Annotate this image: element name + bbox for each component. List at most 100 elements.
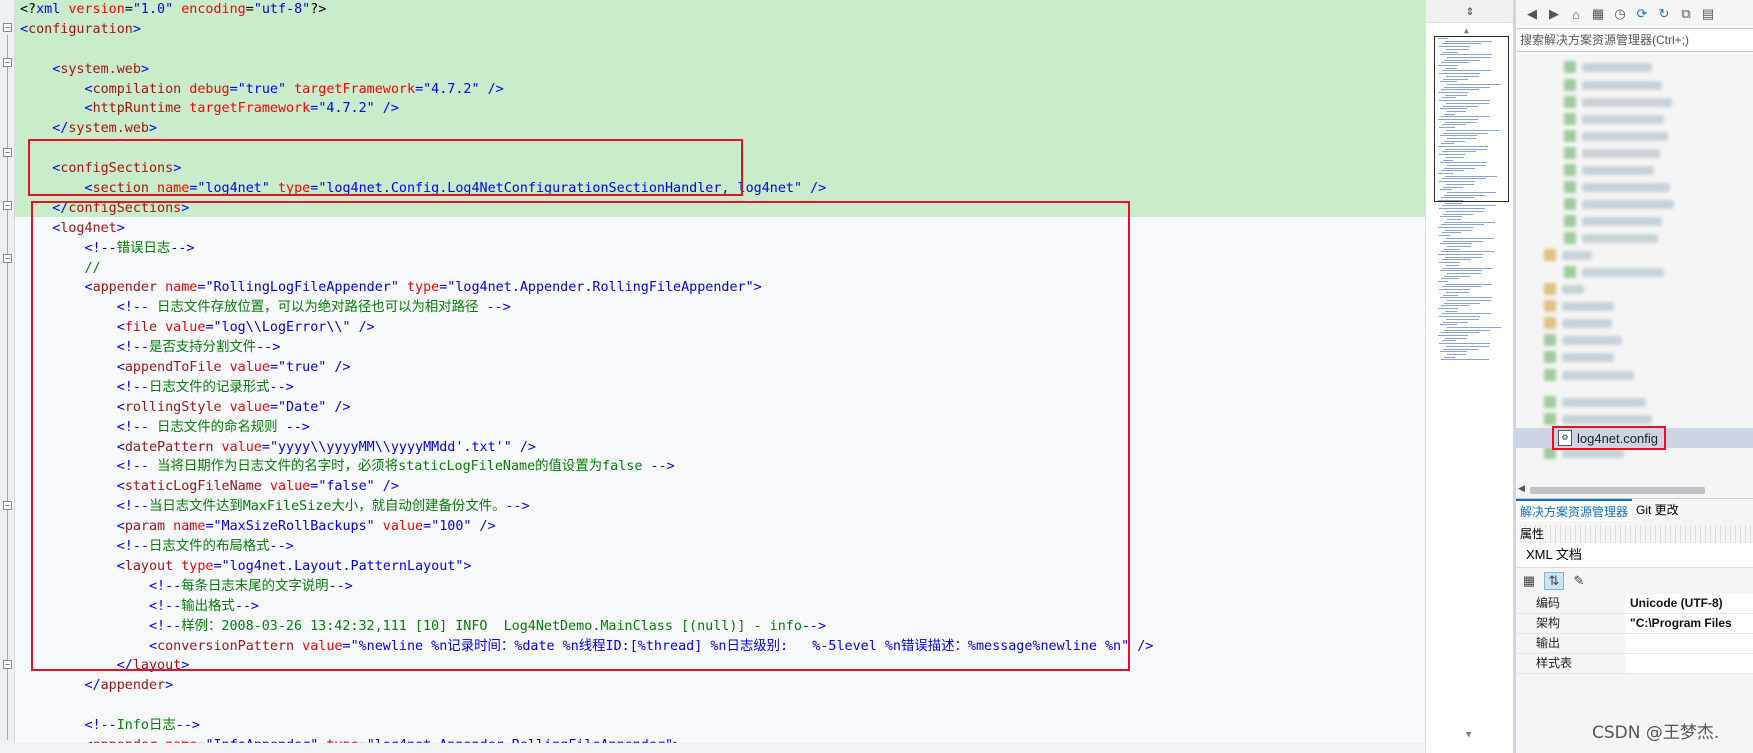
code-line[interactable]: <file value="log\\LogError\\" /> bbox=[20, 318, 1153, 338]
alphabetical-icon[interactable]: ⇅ bbox=[1544, 572, 1564, 590]
code-line[interactable]: <!--错误日志--> bbox=[20, 239, 1153, 259]
tree-item[interactable] bbox=[1544, 297, 1614, 315]
code-line[interactable]: <rollingStyle value="Date" /> bbox=[20, 398, 1153, 418]
code-editor[interactable]: − − − − − − − <?xml version="1.0" encodi… bbox=[0, 0, 1425, 753]
code-line[interactable]: <!-- 日志文件的命名规则 --> bbox=[20, 418, 1153, 438]
property-value[interactable]: Unicode (UTF-8) bbox=[1626, 594, 1753, 613]
code-line[interactable]: </system.web> bbox=[20, 119, 1153, 139]
code-line[interactable] bbox=[20, 40, 1153, 60]
tab-git-changes[interactable]: Git 更改 bbox=[1632, 499, 1683, 521]
minimap[interactable]: ⇕ ▲ ▼ bbox=[1425, 0, 1514, 753]
tree-item[interactable] bbox=[1564, 144, 1660, 162]
minimap-viewport[interactable] bbox=[1434, 36, 1509, 202]
tab-solution-explorer[interactable]: 解决方案资源管理器 bbox=[1516, 499, 1633, 521]
tree-item[interactable] bbox=[1544, 366, 1634, 384]
split-icon[interactable]: ⇕ bbox=[1426, 0, 1514, 23]
home-icon[interactable]: ⌂ bbox=[1568, 7, 1584, 22]
tree-item[interactable] bbox=[1564, 58, 1652, 76]
fold-toggle-icon[interactable]: − bbox=[3, 201, 12, 210]
tree-item[interactable] bbox=[1564, 127, 1668, 145]
property-pages-icon[interactable]: ✎ bbox=[1570, 573, 1588, 589]
tree-item[interactable] bbox=[1564, 263, 1664, 281]
code-line[interactable]: <log4net> bbox=[20, 219, 1153, 239]
code-line[interactable]: <param name="MaxSizeRollBackups" value="… bbox=[20, 517, 1153, 537]
scroll-left-icon[interactable]: ◀ bbox=[1518, 483, 1525, 494]
tree-item[interactable] bbox=[1564, 212, 1662, 230]
code-line[interactable]: // bbox=[20, 259, 1153, 279]
property-row[interactable]: 编码 Unicode (UTF-8) bbox=[1516, 594, 1753, 614]
code-line[interactable]: <!--是否支持分割文件--> bbox=[20, 338, 1153, 358]
code-line[interactable]: <!--样例：2008-03-26 13:42:32,111 [10] INFO… bbox=[20, 617, 1153, 637]
code-line[interactable]: <staticLogFileName value="false" /> bbox=[20, 477, 1153, 497]
code-line[interactable]: <!--输出格式--> bbox=[20, 597, 1153, 617]
code-line[interactable]: <section name="log4net" type="log4net.Co… bbox=[20, 179, 1153, 199]
fold-toggle-icon[interactable]: − bbox=[3, 660, 12, 669]
code-line[interactable]: <compilation debug="true" targetFramewor… bbox=[20, 80, 1153, 100]
fold-toggle-icon[interactable]: − bbox=[3, 23, 12, 32]
property-value[interactable]: "C:\Program Files bbox=[1626, 614, 1753, 633]
code-line[interactable]: </appender> bbox=[20, 676, 1153, 696]
tree-item[interactable] bbox=[1564, 229, 1658, 247]
property-value[interactable] bbox=[1626, 634, 1753, 653]
fold-toggle-icon[interactable]: − bbox=[3, 501, 12, 510]
property-value[interactable] bbox=[1626, 654, 1753, 673]
code-text[interactable]: <?xml version="1.0" encoding="utf-8"?> <c… bbox=[20, 0, 1153, 753]
property-row[interactable]: 输出 bbox=[1516, 634, 1753, 654]
code-line[interactable]: <httpRuntime targetFramework="4.7.2" /> bbox=[20, 99, 1153, 119]
categorized-icon[interactable]: ▦ bbox=[1520, 573, 1538, 589]
tree-item[interactable] bbox=[1564, 76, 1662, 94]
tree-item[interactable] bbox=[1564, 161, 1654, 179]
code-line[interactable]: <datePattern value="yyyy\\yyyyMM\\yyyyMM… bbox=[20, 438, 1153, 458]
tree-item-log4net-config[interactable]: ⚙ log4net.config bbox=[1552, 426, 1666, 450]
collapse-all-icon[interactable]: ⧉ bbox=[1678, 6, 1694, 22]
code-line[interactable]: <!--每条日志末尾的文字说明--> bbox=[20, 577, 1153, 597]
code-line[interactable] bbox=[20, 696, 1153, 716]
fold-toggle-icon[interactable]: − bbox=[3, 58, 12, 67]
code-line[interactable]: <layout type="log4net.Layout.PatternLayo… bbox=[20, 557, 1153, 577]
tree-item[interactable] bbox=[1544, 331, 1622, 349]
code-line[interactable]: <!--日志文件的记录形式--> bbox=[20, 378, 1153, 398]
tree-item[interactable] bbox=[1564, 110, 1664, 128]
scroll-down-icon[interactable]: ▼ bbox=[1466, 730, 1471, 740]
switch-views-icon[interactable]: ▦ bbox=[1590, 6, 1606, 22]
solution-tree[interactable]: ⚙ log4net.config bbox=[1516, 53, 1753, 483]
back-icon[interactable]: ◀ bbox=[1524, 6, 1540, 22]
code-line[interactable]: <!-- 日志文件存放位置，可以为绝对路径也可以为相对路径 --> bbox=[20, 298, 1153, 318]
refresh-icon[interactable]: ↻ bbox=[1656, 6, 1672, 22]
tree-item[interactable] bbox=[1544, 393, 1646, 411]
tree-item[interactable] bbox=[1564, 93, 1672, 111]
code-line[interactable] bbox=[20, 139, 1153, 159]
properties-object-type[interactable]: XML 文档 bbox=[1516, 543, 1753, 568]
fold-toggle-icon[interactable]: − bbox=[3, 254, 12, 263]
solution-search-input[interactable]: 搜索解决方案资源管理器(Ctrl+;) bbox=[1516, 28, 1753, 52]
code-line[interactable]: <!--Info日志--> bbox=[20, 716, 1153, 736]
code-line[interactable]: <configuration> bbox=[20, 20, 1153, 40]
history-icon[interactable]: ◷ bbox=[1612, 6, 1628, 22]
tree-item[interactable] bbox=[1544, 280, 1584, 298]
fold-toggle-icon[interactable]: − bbox=[3, 148, 12, 157]
property-row[interactable]: 样式表 bbox=[1516, 654, 1753, 674]
sync-icon[interactable]: ⟳ bbox=[1634, 6, 1650, 22]
tree-item[interactable] bbox=[1544, 348, 1614, 366]
code-line[interactable]: <!--当日志文件达到MaxFileSize大小，就自动创建备份文件。--> bbox=[20, 497, 1153, 517]
code-line[interactable]: <conversionPattern value="%newline %n记录时… bbox=[20, 637, 1153, 657]
property-row[interactable]: 架构 "C:\Program Files bbox=[1516, 614, 1753, 634]
code-line[interactable]: <!--日志文件的布局格式--> bbox=[20, 537, 1153, 557]
code-line[interactable]: </configSections> bbox=[20, 199, 1153, 219]
code-line[interactable]: <appender name="RollingLogFileAppender" … bbox=[20, 278, 1153, 298]
tree-item[interactable] bbox=[1564, 195, 1674, 213]
code-line[interactable]: <configSections> bbox=[20, 159, 1153, 179]
tree-item[interactable] bbox=[1544, 314, 1612, 332]
tree-item[interactable] bbox=[1564, 178, 1670, 196]
code-line[interactable]: <appendToFile value="true" /> bbox=[20, 358, 1153, 378]
tree-item[interactable] bbox=[1544, 246, 1592, 264]
scrollbar-thumb[interactable] bbox=[1530, 487, 1705, 494]
code-line[interactable]: <!-- 当将日期作为日志文件的名字时，必须将staticLogFileName… bbox=[20, 457, 1153, 477]
code-line[interactable]: <?xml version="1.0" encoding="utf-8"?> bbox=[20, 0, 1153, 20]
code-line[interactable]: <system.web> bbox=[20, 60, 1153, 80]
tree-horizontal-scrollbar[interactable]: ◀ bbox=[1516, 483, 1753, 497]
show-all-files-icon[interactable]: ▤ bbox=[1700, 6, 1716, 22]
code-line[interactable]: </layout> bbox=[20, 656, 1153, 676]
scroll-up-icon[interactable]: ▲ bbox=[1464, 26, 1469, 35]
forward-icon[interactable]: ▶ bbox=[1546, 6, 1562, 22]
